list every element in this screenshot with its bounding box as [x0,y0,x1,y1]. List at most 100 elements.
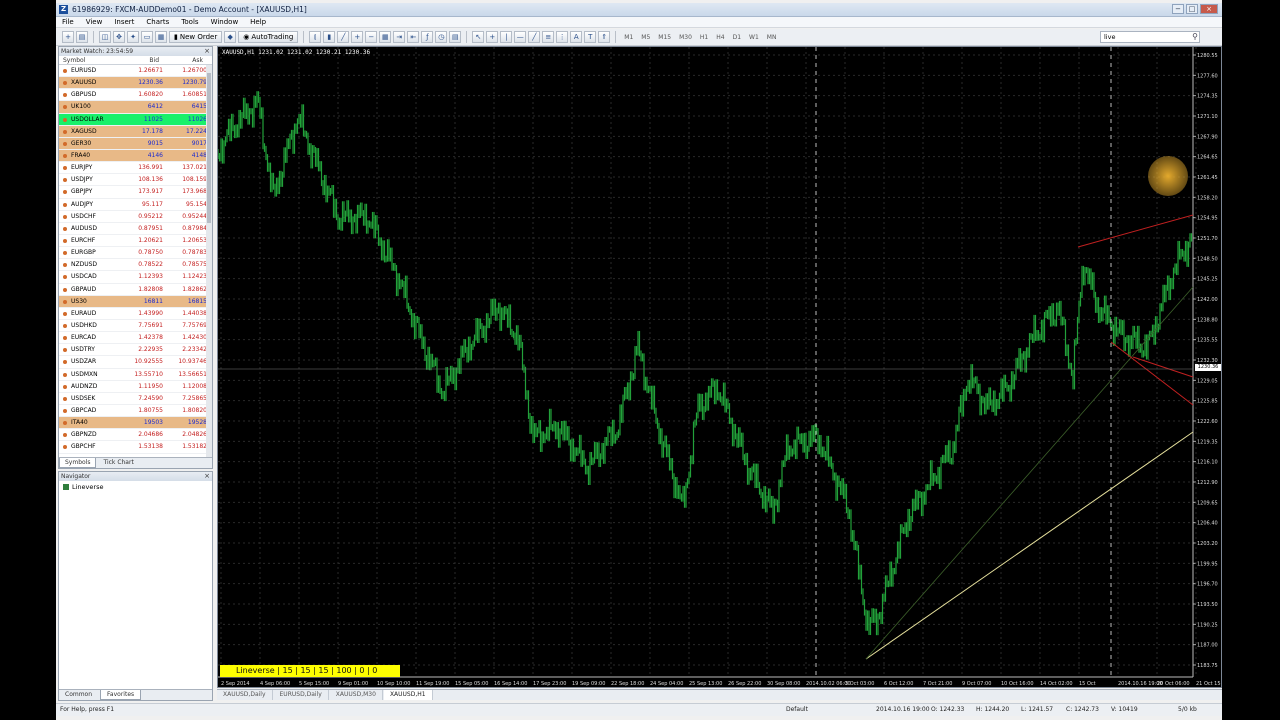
market-watch-row[interactable]: ITA40 19503 19528 [59,417,212,430]
market-watch-row[interactable]: XAUUSD 1230.36 1230.79 [59,77,212,90]
market-watch-row[interactable]: GBPCAD 1.80755 1.80820 [59,405,212,418]
cursor-icon[interactable]: ↖ [472,31,485,43]
menu-view[interactable]: View [80,18,109,26]
chart-tab[interactable]: XAUUSD,Daily [217,690,273,700]
menu-charts[interactable]: Charts [140,18,175,26]
price-chart[interactable]: 1280.55 1277.60 1274.35 1271.10 1267.90 1264.… [218,47,1221,687]
market-watch-row[interactable]: AUDJPY 95.117 95.154 [59,199,212,211]
crosshair-icon[interactable]: + [486,31,499,43]
column-symbol[interactable]: Symbol [59,56,117,64]
text-label-icon[interactable]: T [584,31,597,43]
market-watch-row[interactable]: USDJPY 108.136 108.159 [59,174,212,187]
market-watch-row[interactable]: EURUSD 1.26671 1.26700 [59,65,212,78]
period-m30[interactable]: M30 [676,34,695,41]
new-chart-icon[interactable]: + [62,31,74,43]
horizontal-line-icon[interactable]: — [514,31,527,43]
fibonacci-icon[interactable]: ⋮ [556,31,569,43]
chart-shift-icon[interactable]: ⇤ [407,31,420,43]
column-ask[interactable]: Ask [159,56,203,64]
navigator-item[interactable]: Lineverse [59,481,212,493]
market-watch-row[interactable]: USDZAR 10.92555 10.93746 [59,356,212,369]
market-watch-row[interactable]: USDTRY 2.22935 2.23342 [59,344,212,357]
market-watch-row[interactable]: UK100 6412 6415 [59,101,212,114]
text-icon[interactable]: A [570,31,583,43]
zoom-in-icon[interactable]: + [351,31,364,43]
market-watch-row[interactable]: FRA40 4146 4148 [59,149,212,163]
close-button[interactable]: × [1200,4,1218,14]
arrows-icon[interactable]: ⇑ [598,31,611,43]
market-watch-row[interactable]: AUDUSD 0.87951 0.87984 [59,223,212,235]
menu-window[interactable]: Window [205,18,245,26]
market-watch-row[interactable]: USDCAD 1.12393 1.12423 [59,271,212,284]
chart-tab-active[interactable]: XAUUSD,H1 [383,690,433,700]
maximize-button[interactable]: □ [1186,4,1198,14]
market-watch-row[interactable]: US30 16811 16815 [59,295,212,308]
tab-favorites[interactable]: Favorites [100,690,142,700]
market-watch-row[interactable]: USDCHF 0.95212 0.95244 [59,211,212,223]
period-h1[interactable]: H1 [697,34,711,41]
market-watch-row[interactable]: GBPJPY 173.917 173.968 [59,186,212,199]
market-watch-row[interactable]: USDSEK 7.24590 7.25865 [59,393,212,405]
indicators-icon[interactable]: ƒ [421,31,434,43]
close-icon[interactable]: × [204,472,210,480]
market-watch-row[interactable]: EURGBP 0.78750 0.78783 [59,247,212,260]
period-h4[interactable]: H4 [713,34,727,41]
bar-chart-icon[interactable]: ⫾ [309,31,322,43]
menu-file[interactable]: File [56,18,80,26]
terminal-icon[interactable]: ▭ [141,31,153,43]
trendline-icon[interactable]: ╱ [528,31,541,43]
close-icon[interactable]: × [204,47,210,55]
market-watch-row[interactable]: AUDNZD 1.11950 1.12008 [59,381,212,393]
autotrading-button[interactable]: ◉ AutoTrading [238,31,299,43]
market-watch-row[interactable]: GBPNZD 2.04686 2.04826 [59,429,212,442]
market-watch-icon[interactable]: ◫ [99,31,111,43]
period-w1[interactable]: W1 [746,34,762,41]
candlestick-icon[interactable]: ▮ [323,31,336,43]
market-watch-row[interactable]: EURAUD 1.43990 1.44038 [59,308,212,320]
new-order-button[interactable]: ▮ New Order [169,31,223,43]
market-watch-row[interactable]: USDMXN 13.55710 13.56651 [59,369,212,381]
tab-symbols[interactable]: Symbols [59,458,97,468]
period-m1[interactable]: M1 [621,34,636,41]
navigator-icon[interactable]: ✦ [127,31,139,43]
market-watch-row[interactable]: NZDUSD 0.78522 0.78575 [59,259,212,272]
column-bid[interactable]: Bid [117,56,159,64]
data-window-icon[interactable]: ✥ [113,31,125,43]
period-m5[interactable]: M5 [638,34,653,41]
market-watch-scrollbar[interactable] [206,65,212,460]
channel-icon[interactable]: ≡ [542,31,555,43]
periods-icon[interactable]: ◷ [435,31,448,43]
tile-windows-icon[interactable]: ▦ [379,31,392,43]
tab-common[interactable]: Common [59,690,98,700]
market-watch-row[interactable]: USDHKD 7.75691 7.75769 [59,320,212,333]
profiles-icon[interactable]: ▤ [76,31,88,43]
menu-tools[interactable]: Tools [175,18,204,26]
period-d1[interactable]: D1 [730,34,744,41]
tab-tick-chart[interactable]: Tick Chart [98,458,138,468]
market-watch-row[interactable]: GBPUSD 1.60820 1.60851 [59,89,212,102]
vertical-line-icon[interactable]: | [500,31,513,43]
market-watch-row[interactable]: XAGUSD 17.178 17.224 [59,125,212,138]
minimize-button[interactable]: − [1172,4,1184,14]
chart-tab[interactable]: EURUSD,Daily [274,690,329,700]
zoom-out-icon[interactable]: − [365,31,378,43]
market-watch-row[interactable]: GER30 9015 9017 [59,137,212,150]
market-watch-row[interactable]: EURJPY 136.991 137.021 [59,162,212,175]
auto-scroll-icon[interactable]: ⇥ [393,31,406,43]
market-watch-row[interactable]: EURCHF 1.20621 1.20653 [59,235,212,248]
chart-window[interactable]: 1280.55 1277.60 1274.35 1271.10 1267.90 1264.… [217,46,1222,688]
menu-help[interactable]: Help [244,18,272,26]
line-chart-icon[interactable]: ╱ [337,31,350,43]
strategy-tester-icon[interactable]: ▦ [155,31,167,43]
market-watch-row[interactable]: GBPCHF 1.53138 1.53182 [59,441,212,454]
menu-insert[interactable]: Insert [108,18,140,26]
market-watch-row[interactable]: EURCAD 1.42378 1.42430 [59,332,212,345]
search-icon[interactable]: ⚲ [1192,32,1198,41]
meta-editor-icon[interactable]: ◆ [224,31,237,43]
chart-tab[interactable]: XAUUSD,M30 [330,690,383,700]
scrollbar-thumb[interactable] [207,73,211,223]
period-m15[interactable]: M15 [655,34,674,41]
market-watch-row[interactable]: GBPAUD 1.82808 1.82862 [59,284,212,296]
templates-icon[interactable]: ▤ [449,31,462,43]
market-watch-row[interactable]: USDOLLAR 11025 11026 [59,113,212,126]
